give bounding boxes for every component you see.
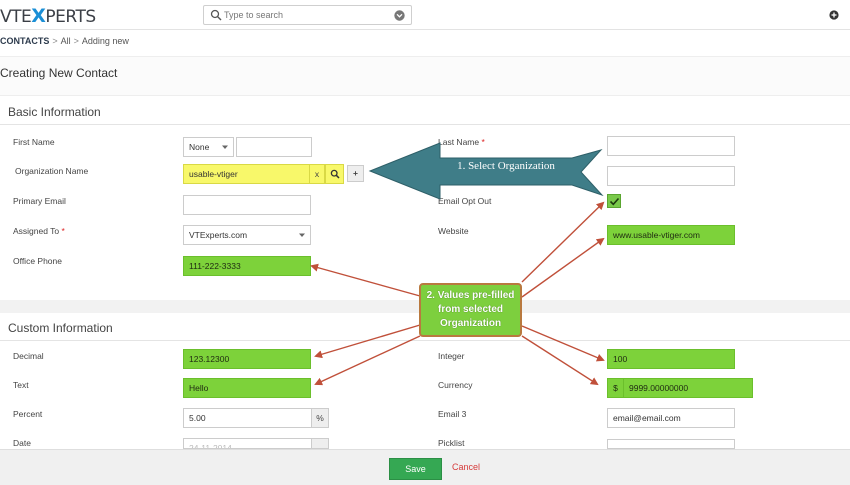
picklist-select[interactable] [607,439,735,449]
create-organization-button[interactable]: + [347,165,364,182]
first-name-label: First Name [13,137,55,147]
search-icon [330,169,340,179]
email-opt-out-checkbox[interactable] [607,194,621,208]
clear-organization-button[interactable]: x [309,164,325,184]
chevron-down-icon [222,145,228,149]
currency-label: Currency [438,380,473,390]
save-button[interactable]: Save [389,458,442,480]
step2-callout-box: 2. Values pre-filled from selected Organ… [419,283,522,337]
top-navigation-bar [0,0,850,30]
last-name-input[interactable] [607,136,735,156]
website-input[interactable]: www.usable-vtiger.com [607,225,735,245]
search-icon [210,9,222,21]
salutation-select[interactable]: None [183,137,234,157]
breadcrumb-all[interactable]: All [61,36,71,46]
calendar-icon[interactable] [311,438,329,449]
chevron-down-icon [299,233,305,237]
last-name-label: Last Name * [438,137,485,147]
decimal-input[interactable]: 123.12300 [183,349,311,369]
page-title-bar [0,56,850,96]
website-label: Website [438,226,469,236]
checkmark-icon [609,197,620,206]
mobile-phone-input[interactable] [607,166,735,186]
email3-label: Email 3 [438,409,467,419]
step1-callout-text: 1. Select Organization [457,160,555,172]
decimal-label: Decimal [13,351,44,361]
search-placeholder: Type to search [224,10,284,20]
percent-input[interactable]: 5.00 [183,408,312,428]
picklist-label: Picklist [438,438,465,448]
text-label: Text [13,380,29,390]
integer-input[interactable]: 100 [607,349,735,369]
email3-input[interactable]: email@email.com [607,408,735,428]
breadcrumb: CONTACTS > All > Adding new [0,36,129,46]
page-title: Creating New Contact [0,66,118,80]
text-input[interactable]: Hello [183,378,311,398]
vtexperts-logo[interactable]: VTEXPERTS [0,5,96,27]
office-phone-input[interactable]: 111-222-3333 [183,256,311,276]
assigned-to-label: Assigned To * [13,226,65,236]
quick-create-plus-icon[interactable] [829,10,839,20]
office-phone-label: Office Phone [13,256,62,266]
date-label: Date [13,438,31,448]
organization-name-label: Organization Name [15,166,89,176]
currency-input[interactable]: 9999.00000000 [623,378,753,398]
search-options-chevron-icon[interactable] [394,10,405,21]
date-input[interactable]: 24-11-2014 [183,438,312,449]
section-basic-information: Basic Information [0,97,850,125]
organization-name-input[interactable]: usable-vtiger [183,164,310,184]
primary-email-input[interactable] [183,195,311,215]
global-search-input[interactable]: Type to search [203,5,412,25]
first-name-input[interactable] [236,137,312,157]
breadcrumb-current: Adding new [81,36,129,46]
email-opt-out-label: Email Opt Out [438,196,492,206]
percent-label: Percent [13,409,43,419]
breadcrumb-module[interactable]: CONTACTS [0,36,49,46]
percent-symbol: % [311,408,329,428]
assigned-to-select[interactable]: VTExperts.com [183,225,311,245]
integer-label: Integer [438,351,465,361]
select-organization-button[interactable] [325,164,344,184]
primary-email-label: Primary Email [13,196,66,206]
cancel-link[interactable]: Cancel [452,462,480,472]
currency-symbol: $ [607,378,624,398]
